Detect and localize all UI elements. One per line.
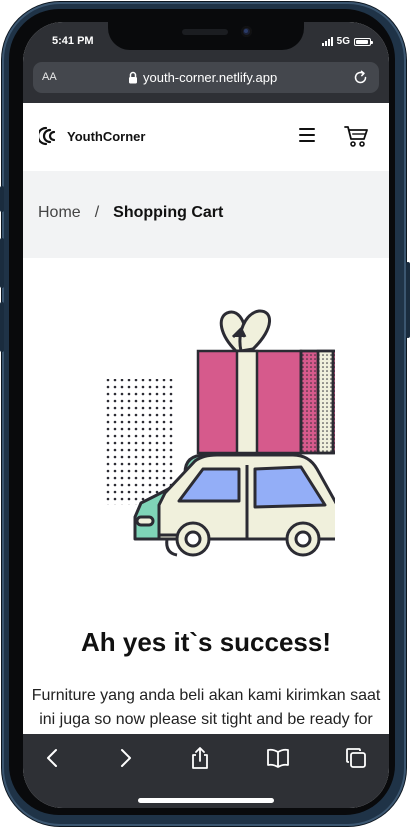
address-bar[interactable]: AA youth-corner.netlify.app xyxy=(33,62,379,93)
brand-name: YouthCorner xyxy=(67,128,146,144)
power-button xyxy=(406,262,410,338)
browser-bottom-toolbar xyxy=(23,734,389,808)
gift-bow-icon xyxy=(219,309,271,353)
bookmarks-icon[interactable] xyxy=(267,747,289,769)
shopping-cart-icon[interactable] xyxy=(344,124,369,148)
network-type: 5G xyxy=(336,36,350,47)
signal-icon xyxy=(321,37,333,46)
status-time: 5:41 PM xyxy=(52,35,94,47)
web-page: YouthCorner Home / Shopping Cart Ah yes … xyxy=(23,103,389,734)
success-message: Furniture yang anda beli akan kami kirim… xyxy=(23,684,389,732)
front-camera xyxy=(241,26,252,37)
battery-icon xyxy=(354,37,373,46)
hamburger-menu-icon[interactable] xyxy=(299,128,315,142)
success-heading: Ah yes it`s success! xyxy=(80,627,331,657)
breadcrumb: Home / Shopping Cart xyxy=(38,204,223,222)
gift-box-icon xyxy=(196,349,335,455)
tabs-icon[interactable] xyxy=(345,747,367,769)
status-indicators: 5G xyxy=(321,36,373,47)
success-message-line: Furniture yang anda beli akan kami kirim… xyxy=(31,687,381,704)
success-message-line: ini juga so now please sit tight and be … xyxy=(39,711,373,728)
browser-top-chrome: 5:41 PM 5G AA youth-corner.netlify.app xyxy=(23,22,389,103)
breadcrumb-home-link[interactable]: Home xyxy=(38,204,81,222)
breadcrumb-separator: / xyxy=(94,204,100,221)
lock-icon xyxy=(129,71,137,84)
success-illustration xyxy=(105,309,335,557)
screen: 5:41 PM 5G AA youth-corner.netlify.app Y… xyxy=(23,22,389,808)
site-header: YouthCorner xyxy=(23,103,389,171)
reload-icon[interactable] xyxy=(352,69,369,86)
home-indicator[interactable] xyxy=(138,798,274,803)
forward-icon[interactable] xyxy=(114,747,136,769)
dot-pattern xyxy=(105,379,176,505)
breadcrumb-bar: Home / Shopping Cart xyxy=(23,171,389,258)
share-icon[interactable] xyxy=(189,747,211,769)
volume-down-button xyxy=(0,302,4,352)
volume-up-button xyxy=(0,238,4,288)
back-icon[interactable] xyxy=(42,747,64,769)
mute-switch xyxy=(0,186,4,212)
breadcrumb-current: Shopping Cart xyxy=(113,204,224,221)
notch xyxy=(108,22,304,50)
youthcorner-logo-icon xyxy=(39,126,56,146)
brand-logo[interactable]: YouthCorner xyxy=(39,125,145,147)
url-text[interactable]: youth-corner.netlify.app xyxy=(143,70,277,85)
text-size-button[interactable]: AA xyxy=(42,71,57,83)
speaker-grille xyxy=(182,29,228,35)
